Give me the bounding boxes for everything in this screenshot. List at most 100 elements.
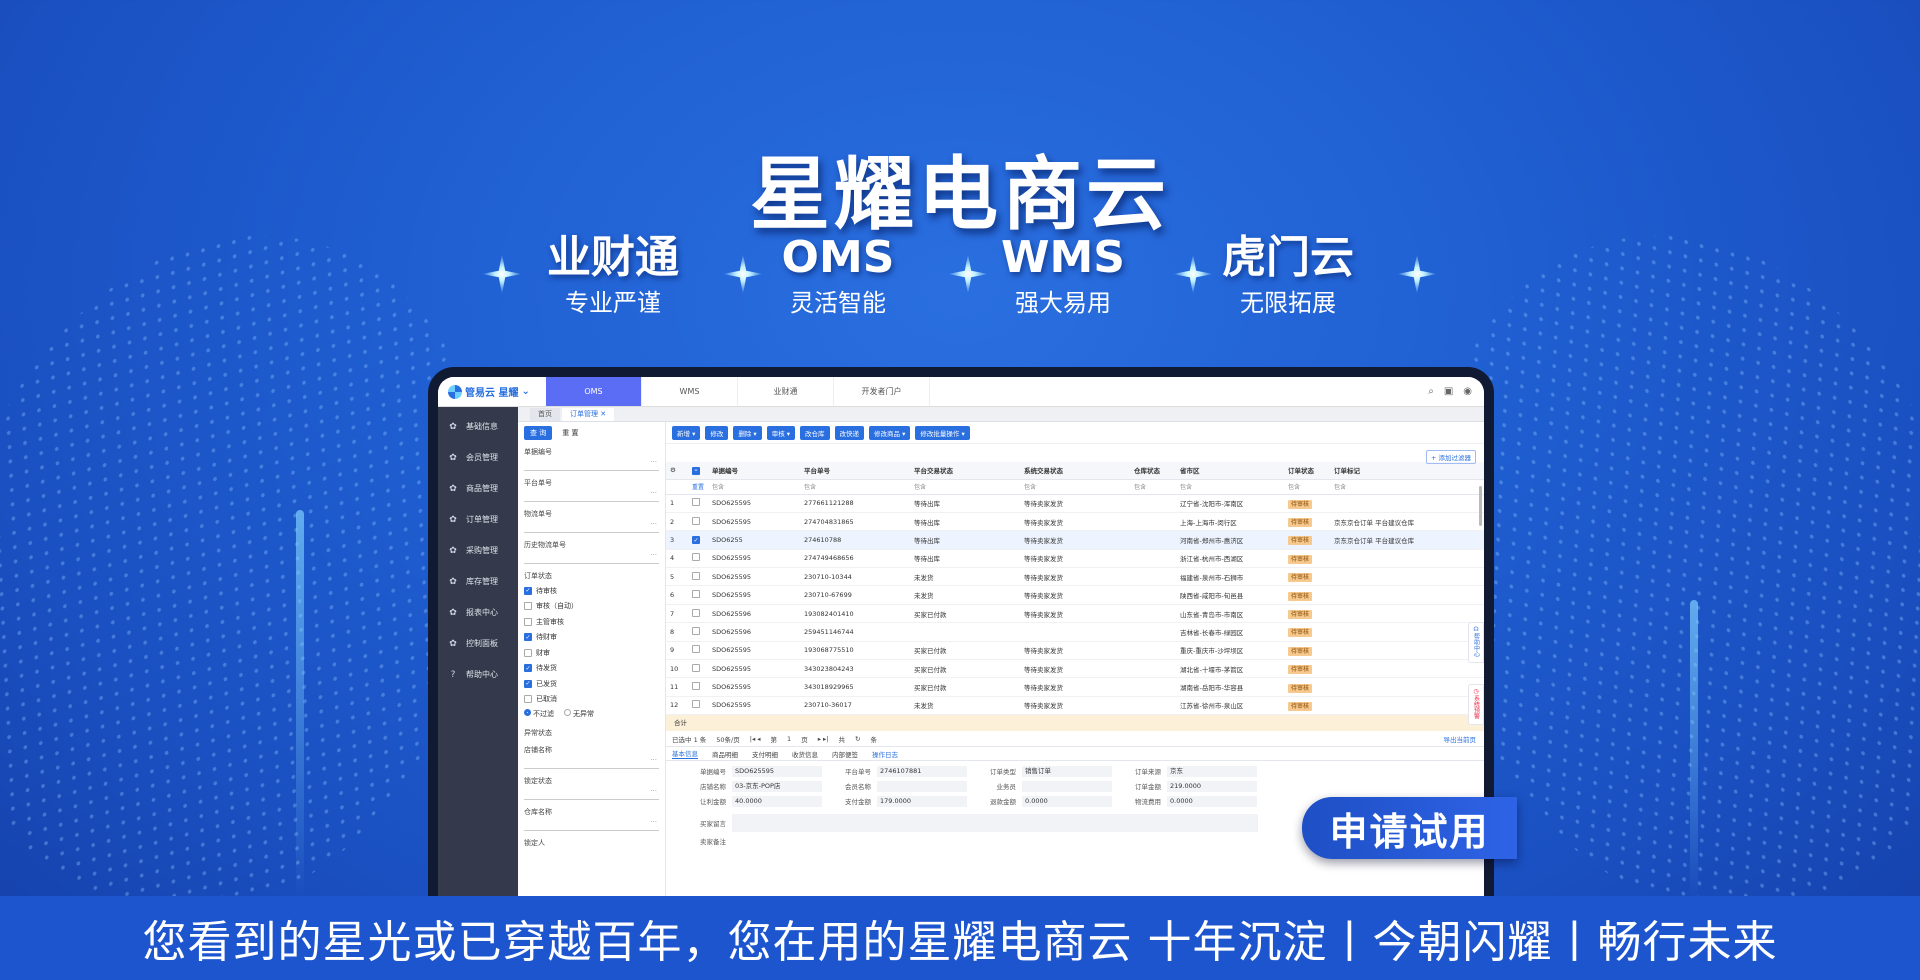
filter-cell[interactable]: 包含 bbox=[1020, 479, 1130, 495]
order-code-input[interactable] bbox=[524, 458, 659, 471]
status-option-cancelled[interactable]: 已取消 bbox=[524, 692, 659, 708]
checkbox[interactable] bbox=[692, 498, 700, 507]
add-filter-button[interactable]: + 添加过滤器 bbox=[1425, 450, 1476, 464]
checkbox-checked[interactable]: – bbox=[692, 466, 700, 475]
checkbox[interactable] bbox=[524, 648, 532, 657]
detail-value[interactable] bbox=[877, 781, 967, 793]
table-row[interactable]: 2 SDO625595 274704831865 等待出库 等待卖家发货 上海-上海市-闵… bbox=[666, 512, 1484, 532]
tab-receiving-info[interactable]: 收货信息 bbox=[792, 749, 818, 759]
tab-product-detail[interactable]: 商品明细 bbox=[712, 749, 738, 759]
refresh-icon[interactable]: ↻ bbox=[855, 735, 860, 743]
logistics-code-input[interactable] bbox=[524, 520, 659, 533]
sidebar-item-purchasing[interactable]: ✿ 采购管理 bbox=[438, 535, 518, 566]
checkbox-checked[interactable]: ✓ bbox=[524, 679, 532, 688]
table-row[interactable]: 7 SDO625596 193082401410 买家已付款 等待卖家发货 山东省-青岛市… bbox=[666, 604, 1484, 624]
checkbox[interactable] bbox=[692, 590, 700, 599]
checkbox[interactable] bbox=[692, 700, 700, 709]
checkbox[interactable] bbox=[692, 682, 700, 691]
top-tab-wms[interactable]: WMS bbox=[642, 377, 738, 406]
detail-value[interactable]: 179.0000 bbox=[877, 796, 967, 808]
checkbox-checked[interactable]: ✓ bbox=[524, 633, 532, 642]
buyer-remark-field[interactable] bbox=[732, 814, 1258, 833]
checkbox-checked[interactable]: ✓ bbox=[524, 586, 532, 595]
detail-value[interactable]: 0.0000 bbox=[1167, 796, 1257, 808]
radio-no-filter[interactable]: 不过滤 bbox=[524, 709, 554, 719]
history-logistics-input[interactable] bbox=[524, 551, 659, 564]
table-row[interactable]: 6 SDO625595 230710-67699 未发货 等待卖家发货 陕西省-咸阳市-旬… bbox=[666, 585, 1484, 605]
status-option-pending-finance[interactable]: ✓ 待财审 bbox=[524, 630, 659, 646]
shop-name-select[interactable] bbox=[524, 756, 659, 769]
sidebar-item-members[interactable]: ✿ 会员管理 bbox=[438, 442, 518, 473]
reset-button[interactable]: 重 置 bbox=[556, 426, 584, 440]
table-row[interactable]: 8 SDO625596 259451146744 吉林省-长春市-绿园区 待审核 bbox=[666, 622, 1484, 642]
table-row[interactable]: 10 SDO625595 343023804243 买家已付款 等待卖家发货 湖北省-十堰… bbox=[666, 659, 1484, 679]
radio-no-abnormal[interactable]: 无异常 bbox=[564, 709, 594, 719]
page-input[interactable]: 1 bbox=[787, 735, 791, 743]
filter-cell[interactable]: 包含 bbox=[1130, 479, 1176, 495]
status-option-finance-review[interactable]: 财审 bbox=[524, 645, 659, 661]
lock-status-select[interactable] bbox=[524, 787, 659, 800]
top-tab-yecaitong[interactable]: 业财通 bbox=[738, 377, 834, 406]
filter-cell[interactable]: 包含 bbox=[1330, 479, 1484, 495]
table-row[interactable]: 11 SDO625595 343018929965 买家已付款 等待卖家发货 湖南省-岳阳… bbox=[666, 677, 1484, 697]
settings-icon[interactable]: ⚙ bbox=[666, 462, 688, 480]
column-header[interactable]: 平台单号 bbox=[800, 462, 910, 480]
column-header[interactable]: 平台交易状态 bbox=[910, 462, 1020, 480]
table-row[interactable]: 9 SDO625595 193068775510 买家已付款 等待卖家发货 重庆-重庆市-… bbox=[666, 641, 1484, 661]
detail-value[interactable]: 2746107881 bbox=[877, 766, 967, 778]
edit-button[interactable]: 修改 bbox=[705, 425, 729, 440]
status-option-pending-ship[interactable]: ✓ 待发货 bbox=[524, 661, 659, 677]
column-header[interactable]: 订单状态 bbox=[1284, 462, 1330, 480]
select-all-checkbox[interactable]: – bbox=[688, 462, 708, 480]
search-icon[interactable]: ⌕ bbox=[1428, 386, 1434, 397]
detail-value[interactable]: 京东 bbox=[1167, 766, 1257, 778]
checkbox[interactable] bbox=[692, 516, 700, 525]
detail-value[interactable]: 销售订单 bbox=[1022, 766, 1112, 778]
review-button[interactable]: 审核 ▾ bbox=[766, 425, 796, 440]
delete-button[interactable]: 删除 ▾ bbox=[733, 425, 762, 440]
checkbox-checked[interactable]: ✓ bbox=[524, 664, 532, 673]
detail-value[interactable]: 219.0000 bbox=[1167, 781, 1257, 793]
checkbox[interactable] bbox=[692, 571, 700, 580]
column-header[interactable]: 单据编号 bbox=[708, 462, 800, 480]
change-express-button[interactable]: 改快递 bbox=[834, 425, 865, 440]
checkbox[interactable] bbox=[524, 617, 532, 626]
next-page-icon[interactable]: ▸ ▸| bbox=[818, 735, 829, 743]
checkbox[interactable] bbox=[524, 602, 532, 611]
filter-cell[interactable]: 包含 bbox=[708, 479, 800, 495]
column-header[interactable]: 仓库状态 bbox=[1130, 462, 1176, 480]
filter-cell[interactable]: 包含 bbox=[800, 479, 910, 495]
table-row[interactable]: 4 SDO625595 274749468656 等待出库 等待卖家发货 浙江省-杭州市-… bbox=[666, 549, 1484, 569]
checkbox[interactable] bbox=[692, 645, 700, 654]
radio-selected[interactable] bbox=[524, 709, 531, 716]
detail-value[interactable]: 0.0000 bbox=[1022, 796, 1112, 808]
table-row[interactable]: 1 SDO625595 277661121288 等待出库 等待卖家发货 辽宁省-沈阳市-… bbox=[666, 494, 1484, 513]
table-row[interactable]: 3 ✓ SDO6255 274610788 等待出库 等待卖家发货 河南省-郑州市-惠济区待… bbox=[666, 530, 1484, 550]
top-tab-oms[interactable]: OMS bbox=[546, 377, 642, 406]
checkbox[interactable] bbox=[692, 626, 700, 635]
status-option-manager-review[interactable]: 主管审核 bbox=[524, 614, 659, 630]
change-warehouse-button[interactable]: 改仓库 bbox=[800, 425, 830, 440]
system-alert-float[interactable]: ◷ 系统预警 bbox=[1468, 684, 1484, 725]
bag-icon[interactable]: ▣ bbox=[1444, 386, 1453, 397]
column-header[interactable]: 系统交易状态 bbox=[1020, 462, 1130, 480]
sidebar-item-products[interactable]: ✿ 商品管理 bbox=[438, 473, 518, 504]
status-option-pending-review[interactable]: ✓ 待审核 bbox=[524, 583, 659, 599]
detail-value[interactable]: SDO625595 bbox=[732, 766, 822, 778]
filter-cell[interactable]: 包含 bbox=[1284, 479, 1330, 495]
detail-value[interactable]: 40.0000 bbox=[732, 796, 822, 808]
tab-home[interactable]: 首页 bbox=[530, 408, 560, 421]
query-button[interactable]: 查 询 bbox=[524, 426, 553, 440]
sidebar-item-reports[interactable]: ✿ 报表中心 bbox=[438, 597, 518, 628]
sidebar-item-inventory[interactable]: ✿ 库存管理 bbox=[438, 566, 518, 597]
platform-code-input[interactable] bbox=[524, 489, 659, 502]
help-center-float[interactable]: ☊ 帮助中心 bbox=[1468, 622, 1484, 663]
filter-cell[interactable]: 包含 bbox=[1176, 479, 1284, 495]
page-size-select[interactable]: 50条/页 bbox=[716, 734, 739, 744]
avatar-icon[interactable]: ◉ bbox=[1463, 386, 1472, 397]
tab-payment-detail[interactable]: 支付明细 bbox=[752, 749, 778, 759]
first-page-icon[interactable]: |◂ ◂ bbox=[750, 735, 761, 743]
filter-cell[interactable]: 包含 bbox=[910, 479, 1020, 495]
column-header[interactable]: 省市区 bbox=[1176, 462, 1284, 480]
apply-trial-button[interactable]: 申请试用 bbox=[1302, 797, 1517, 859]
